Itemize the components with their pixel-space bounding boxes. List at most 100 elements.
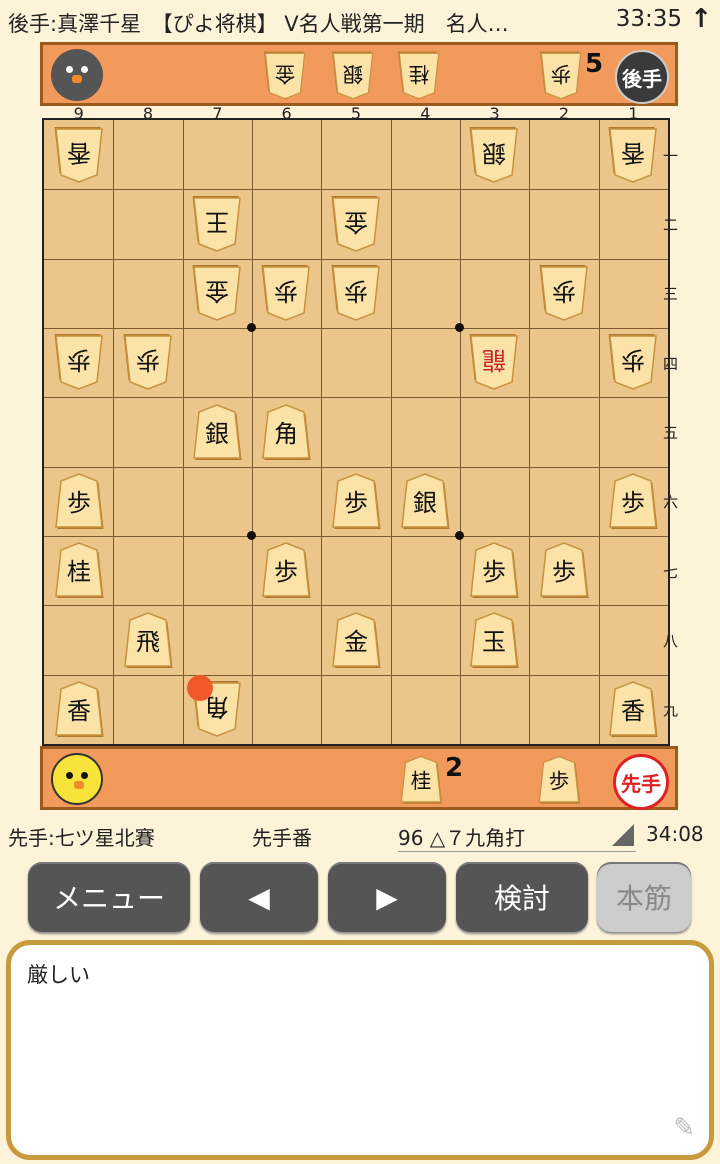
- sente-hand: 先手 桂2 歩: [40, 746, 678, 810]
- svg-text:金: 金: [344, 208, 368, 236]
- svg-text:香: 香: [67, 139, 91, 167]
- svg-text:歩: 歩: [344, 489, 368, 517]
- grid-line: [44, 605, 668, 607]
- board-piece-gote-11[interactable]: 香: [605, 124, 661, 186]
- game-title: 後手:真澤千星 【ぴよ将棋】 V名人戦第一期 名人…: [8, 12, 509, 36]
- hand-piece[interactable]: 桂: [395, 49, 443, 103]
- rank-label: 五: [663, 423, 679, 442]
- board-piece-sente-65[interactable]: 角: [258, 401, 314, 463]
- svg-text:金: 金: [344, 628, 368, 656]
- board-piece-sente-27[interactable]: 歩: [536, 539, 592, 601]
- board-piece-gote-53[interactable]: 歩: [328, 262, 384, 324]
- svg-text:歩: 歩: [549, 769, 570, 793]
- turn-indicator: 先手番: [252, 826, 312, 850]
- hand-piece[interactable]: 銀: [329, 49, 377, 103]
- svg-text:桂: 桂: [67, 558, 91, 586]
- hand-piece[interactable]: 歩: [537, 49, 585, 103]
- board-piece-sente-97[interactable]: 桂: [51, 539, 107, 601]
- board-piece-sente-19[interactable]: 香: [605, 678, 661, 740]
- svg-text:歩: 歩: [274, 277, 298, 305]
- hand-piece-count: 5: [585, 49, 604, 79]
- board-piece-gote-14[interactable]: 歩: [605, 331, 661, 393]
- svg-text:歩: 歩: [67, 346, 91, 374]
- svg-text:歩: 歩: [621, 489, 645, 517]
- svg-text:桂: 桂: [411, 769, 432, 793]
- next-move-button[interactable]: ▶: [328, 862, 446, 932]
- board-piece-sente-46[interactable]: 銀: [397, 470, 453, 532]
- board-piece-gote-94[interactable]: 歩: [51, 331, 107, 393]
- svg-text:銀: 銀: [413, 489, 437, 517]
- board-piece-sente-37[interactable]: 歩: [466, 539, 522, 601]
- svg-text:歩: 歩: [552, 558, 576, 586]
- svg-text:玉: 玉: [482, 628, 506, 656]
- board-piece-sente-38[interactable]: 玉: [466, 609, 522, 671]
- move-dropdown-icon[interactable]: [612, 824, 634, 846]
- grid-line: [321, 120, 323, 744]
- board-piece-gote-73[interactable]: 金: [189, 262, 245, 324]
- svg-text:歩: 歩: [482, 558, 506, 586]
- svg-text:金: 金: [205, 277, 229, 305]
- menu-button[interactable]: メニュー: [28, 862, 190, 932]
- board-piece-sente-99[interactable]: 香: [51, 678, 107, 740]
- svg-text:香: 香: [67, 697, 91, 725]
- rank-label: 七: [663, 562, 679, 581]
- svg-text:歩: 歩: [136, 346, 160, 374]
- star-point: [247, 531, 257, 541]
- svg-text:歩: 歩: [344, 277, 368, 305]
- board-piece-gote-52[interactable]: 金: [328, 193, 384, 255]
- board-piece-gote-84[interactable]: 歩: [120, 331, 176, 393]
- board-piece-sente-88[interactable]: 飛: [120, 609, 176, 671]
- rank-label: 三: [663, 285, 679, 304]
- board-piece-sente-67[interactable]: 歩: [258, 539, 314, 601]
- gote-badge: 後手: [615, 50, 669, 104]
- current-move[interactable]: 96 △７九角打: [398, 822, 636, 852]
- board-flip-icon[interactable]: ↑: [690, 4, 712, 34]
- board-piece-sente-75[interactable]: 銀: [189, 401, 245, 463]
- svg-text:角: 角: [274, 420, 298, 448]
- board-piece-gote-91[interactable]: 香: [51, 124, 107, 186]
- svg-text:歩: 歩: [67, 489, 91, 517]
- grid-line: [44, 327, 668, 329]
- prev-move-button[interactable]: ◀: [200, 862, 318, 932]
- grid-line: [44, 466, 668, 468]
- hand-piece[interactable]: 桂: [397, 753, 445, 807]
- sente-avatar: [51, 753, 103, 805]
- svg-text:歩: 歩: [552, 277, 576, 305]
- svg-text:銀: 銀: [205, 420, 229, 448]
- board-piece-gote-63[interactable]: 歩: [258, 262, 314, 324]
- control-buttons: メニュー ◀ ▶ 検討 本筋: [0, 862, 720, 934]
- star-point: [455, 323, 465, 333]
- grid-line: [251, 120, 253, 744]
- star-point: [455, 531, 465, 541]
- grid-line: [390, 120, 392, 744]
- grid-line: [44, 258, 668, 260]
- gote-avatar: [51, 49, 103, 101]
- sente-player-name: 先手:七ツ星北賽: [8, 826, 155, 850]
- svg-text:歩: 歩: [274, 558, 298, 586]
- grid-line: [44, 397, 668, 399]
- rank-label: 九: [663, 701, 679, 720]
- svg-text:王: 王: [205, 208, 229, 236]
- hand-piece[interactable]: 金: [261, 49, 309, 103]
- gote-hand: 後手 金 銀 桂 歩5: [40, 42, 678, 106]
- board-piece-sente-58[interactable]: 金: [328, 609, 384, 671]
- hand-piece[interactable]: 歩: [535, 753, 583, 807]
- board-piece-sente-56[interactable]: 歩: [328, 470, 384, 532]
- svg-text:龍: 龍: [482, 346, 506, 374]
- board-piece-gote-72[interactable]: 王: [189, 193, 245, 255]
- svg-text:桂: 桂: [409, 62, 430, 86]
- comment-box[interactable]: 厳しい ✎: [6, 940, 714, 1160]
- info-bar: 先手:七ツ星北賽 先手番 96 △７九角打 34:08: [0, 814, 720, 854]
- rank-label: 四: [663, 354, 679, 373]
- board-piece-gote-23[interactable]: 歩: [536, 262, 592, 324]
- board-piece-gote-31[interactable]: 銀: [466, 124, 522, 186]
- pencil-icon[interactable]: ✎: [673, 1113, 695, 1143]
- board-piece-sente-96[interactable]: 歩: [51, 470, 107, 532]
- grid-line: [459, 120, 461, 744]
- rank-label: 一: [663, 146, 679, 165]
- board-piece-sente-16[interactable]: 歩: [605, 470, 661, 532]
- analyze-button[interactable]: 検討: [456, 862, 588, 932]
- sente-clock: 34:08: [646, 822, 704, 846]
- shogi-board[interactable]: 香銀香王金金歩歩歩歩歩龍歩銀角歩歩銀歩桂歩歩歩飛金玉香角香: [42, 118, 670, 746]
- board-piece-gote-34[interactable]: 龍: [466, 331, 522, 393]
